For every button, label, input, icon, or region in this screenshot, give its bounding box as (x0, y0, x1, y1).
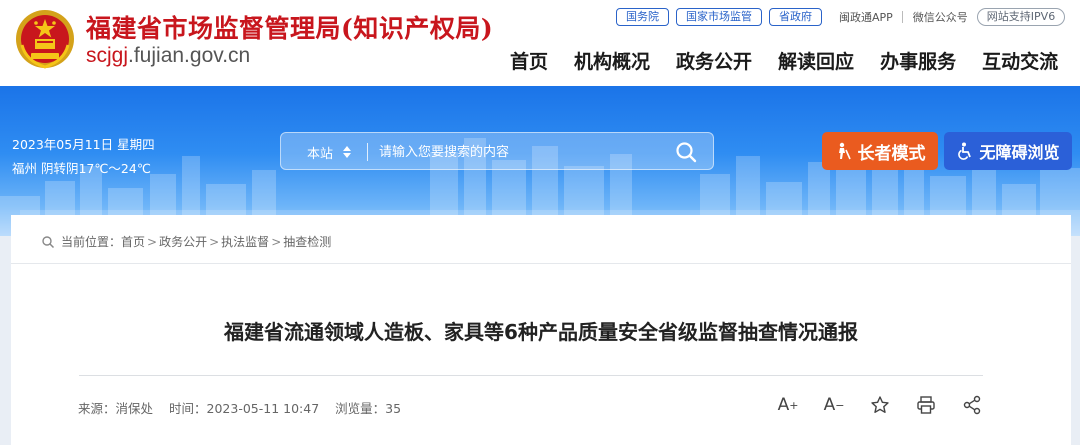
elder-icon (838, 142, 851, 160)
breadcrumb-home[interactable]: 首页 (121, 233, 145, 250)
search-icon[interactable] (675, 141, 697, 163)
domain-suffix: .fujian.gov.cn (128, 44, 251, 67)
domain-prefix: scjgj (86, 44, 129, 67)
nav-interaction[interactable]: 互动交流 (982, 47, 1058, 74)
site-domain: scjgj.fujian.gov.cn (86, 44, 250, 68)
favorite-button[interactable] (868, 393, 892, 417)
minus-icon: − (835, 398, 845, 412)
breadcrumb-separator: > (147, 234, 158, 249)
article-title: 福建省流通领域人造板、家具等6种产品质量安全省级监督抽查情况通报 (224, 320, 858, 344)
link-samr[interactable]: 国家市场监管 (676, 8, 762, 26)
article-source: 来源：消保处 (78, 401, 154, 416)
article-card: 当前位置： 首页 > 政务公开 > 执法监督 > 抽查检测 福建省流通领域人造板… (11, 215, 1071, 445)
font-decrease-label: A (823, 395, 836, 415)
breadcrumb: 当前位置： 首页 > 政务公开 > 执法监督 > 抽查检测 (41, 233, 331, 250)
scope-sort-icon[interactable] (343, 146, 351, 158)
nav-services[interactable]: 办事服务 (880, 47, 956, 74)
search-scope-select[interactable]: 本站 (307, 143, 333, 162)
printer-icon (917, 396, 935, 414)
link-wechat[interactable]: 微信公众号 (913, 9, 968, 25)
share-button[interactable] (960, 393, 984, 417)
ipv6-badge[interactable]: 网站支持IPV6 (976, 8, 1066, 26)
site-title[interactable]: 福建省市场监督管理局(知识产权局) (86, 9, 493, 45)
top-links: 国务院 国家市场监管 省政府 闽政通APP 微信公众号 网站支持IPV6 (616, 7, 1072, 27)
article-time: 时间：2023-05-11 10:47 (169, 401, 320, 416)
search-input[interactable] (379, 141, 659, 163)
link-provincial-gov[interactable]: 省政府 (769, 8, 822, 26)
nav-home[interactable]: 首页 (510, 47, 548, 74)
title-divider (79, 375, 983, 376)
weather-info: 福州 阴转阴17℃～24℃ (12, 161, 151, 176)
star-icon (871, 396, 889, 413)
font-decrease-button[interactable]: A − (822, 393, 846, 417)
nav-gov-affairs[interactable]: 政务公开 (676, 47, 752, 74)
banner: 2023年05月11日 星期四 福州 阴转阴17℃～24℃ 本站 长者模式 无障… (0, 86, 1080, 236)
national-emblem-icon[interactable] (14, 5, 76, 73)
nav-interpretation[interactable]: 解读回应 (778, 47, 854, 74)
breadcrumb-prefix: 当前位置： (61, 235, 122, 249)
search-divider (367, 143, 368, 161)
elder-mode-button[interactable]: 长者模式 (822, 132, 938, 170)
link-mintong-app[interactable]: 闽政通APP (839, 9, 893, 25)
breadcrumb-separator: > (271, 234, 282, 249)
article-tools: A + A − (776, 393, 984, 417)
wheelchair-icon (958, 142, 972, 160)
print-button[interactable] (914, 393, 938, 417)
nav-organization[interactable]: 机构概况 (574, 47, 650, 74)
font-increase-label: A (777, 395, 790, 415)
search-bar: 本站 (280, 132, 714, 170)
breadcrumb-inspection[interactable]: 抽查检测 (283, 233, 331, 250)
site-header: 福建省市场监督管理局(知识产权局) scjgj.fujian.gov.cn 国务… (0, 0, 1080, 86)
accessibility-label: 无障碍浏览 (979, 143, 1060, 162)
breadcrumb-divider (11, 263, 1071, 264)
top-link-divider (901, 11, 903, 23)
elder-mode-label: 长者模式 (857, 143, 926, 164)
main-nav: 首页 机构概况 政务公开 解读回应 办事服务 互动交流 (510, 47, 1058, 74)
link-guowuyuan[interactable]: 国务院 (616, 8, 669, 26)
font-increase-button[interactable]: A + (776, 393, 800, 417)
breadcrumb-separator: > (209, 234, 220, 249)
accessibility-button[interactable]: 无障碍浏览 (944, 132, 1072, 170)
plus-icon: + (789, 398, 799, 412)
current-date: 2023年05月11日 星期四 (12, 137, 155, 152)
breadcrumb-enforcement[interactable]: 执法监督 (221, 233, 269, 250)
share-icon (963, 395, 981, 415)
article-meta: 来源：消保处 时间：2023-05-11 10:47 浏览量：35 (78, 398, 417, 417)
breadcrumb-gov-affairs[interactable]: 政务公开 (159, 233, 207, 250)
location-icon (42, 235, 55, 248)
article-views: 浏览量：35 (335, 401, 402, 416)
